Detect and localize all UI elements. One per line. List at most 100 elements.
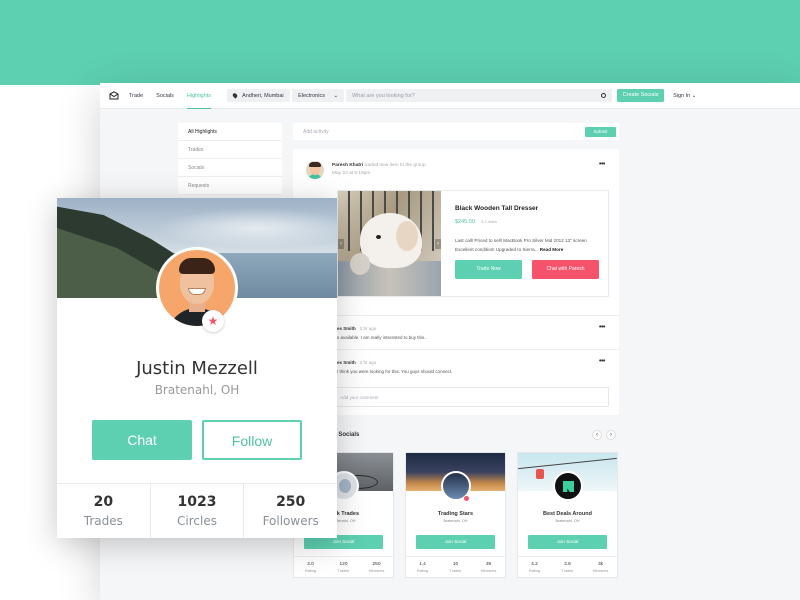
social-name[interactable]: Best Deals Around [518, 511, 617, 517]
trade-now-button[interactable]: Trade Now [455, 260, 522, 279]
add-activity-bar: Add activity Submit [293, 123, 619, 140]
category-dropdown[interactable]: Electronics ⌄ [292, 89, 345, 102]
chevron-left-icon[interactable]: ‹ [592, 430, 602, 440]
trades-label: Trades [561, 569, 574, 573]
comment-text: I think you were looking for this. You g… [337, 369, 453, 374]
post-header: Paresh Khatri traded new item to the gro… [306, 161, 427, 179]
location-label: Andheri, Mumbai [242, 92, 284, 99]
profile-card: ★ Justin Mezzell Bratenahl, OH Chat Foll… [57, 198, 337, 538]
item-price: $245.00 [455, 219, 475, 225]
comment-text: s available. I am really interested to b… [337, 335, 427, 340]
search-placeholder: What are you looking for? [352, 92, 415, 99]
stat-label: Trades [83, 514, 123, 528]
profile-name: Justin Mezzell [136, 358, 258, 379]
members-value: 3k [597, 562, 604, 567]
chevron-right-icon[interactable]: › [606, 430, 616, 440]
trades-value: 120 [339, 562, 348, 567]
chat-with-seller-button[interactable]: Chat with Paresh [532, 260, 599, 279]
chevron-down-icon: ⌄ [691, 92, 697, 99]
chevron-left-icon[interactable]: ‹ [338, 239, 344, 249]
location-selector[interactable]: Andheri, Mumbai [227, 89, 291, 102]
join-social-button[interactable]: Join Social [416, 535, 495, 549]
search-input[interactable]: What are you looking for? [346, 89, 613, 102]
comment-item: es Smith 2 hr ago I think you were lookin… [293, 349, 619, 383]
item-photo[interactable]: ‹ › [338, 191, 441, 296]
sidebar-item-requests[interactable]: Requests [178, 177, 282, 195]
trades-value: 3.6 [564, 562, 571, 567]
submit-button[interactable]: Submit [585, 126, 616, 137]
comment-author[interactable]: es Smith [337, 360, 356, 365]
stat-value: 250 [276, 494, 306, 510]
rating-label: Rating [417, 569, 428, 573]
stat-value: 1023 [177, 494, 217, 510]
item-distance: 3.2 miles [480, 219, 497, 224]
comment-time: 2 hr ago [359, 326, 377, 331]
rating-value: 1.4 [419, 562, 426, 567]
members-value: 39 [485, 562, 492, 567]
sidebar-item-socials[interactable]: Socials [178, 159, 282, 177]
item-title[interactable]: Black Wooden Tall Dresser [455, 205, 605, 212]
trades-value: 10 [452, 562, 459, 567]
more-dots-icon[interactable]: ••• [599, 161, 605, 168]
create-socials-button[interactable]: Create Socials [617, 89, 665, 102]
stat-value: 20 [93, 494, 114, 510]
item-card: ‹ › Black Wooden Tall Dresser $245.00 3.2… [337, 190, 609, 297]
profile-stats: 20 Trades 1023 Circles 250 Followers [57, 483, 337, 538]
suggested-socials: l Socials ‹ › York Trades Bratenahl, OH … [293, 422, 619, 582]
chat-button[interactable]: Chat [92, 420, 192, 460]
post-action-text: traded new item to the group. [364, 163, 427, 168]
trades-label: Trades [337, 569, 350, 573]
nav-socials[interactable]: Socials [156, 83, 174, 109]
section-title: l Socials [335, 432, 360, 438]
avatar [553, 471, 583, 501]
more-dots-icon[interactable]: ••• [599, 358, 605, 365]
stat-trades[interactable]: 20 Trades [57, 484, 151, 538]
members-label: Members [368, 569, 385, 573]
chevron-down-icon: ⌄ [333, 92, 339, 99]
social-location: Bratenahl, OH [443, 519, 468, 523]
nav-trade[interactable]: Trade [129, 83, 143, 109]
rating-label: Rating [305, 569, 316, 573]
stat-followers[interactable]: 250 Followers [244, 484, 337, 538]
feed-post: Paresh Khatri traded new item to the gro… [293, 149, 619, 415]
read-more-link[interactable]: Read More [540, 247, 564, 252]
status-badge [463, 495, 470, 502]
social-card[interactable]: Best Deals Around Bratenahl, OH Join Soc… [517, 452, 618, 578]
sidebar-item-trades[interactable]: Trades [178, 141, 282, 159]
members-value: 250 [372, 562, 381, 567]
trades-label: Trades [449, 569, 462, 573]
stat-label: Followers [262, 514, 319, 528]
comment-item: es Smith 2 hr ago s available. I am reall… [293, 315, 619, 349]
item-description: Last call! Priced to sell! MacBook Pro S… [455, 238, 587, 252]
category-label: Electronics [298, 92, 325, 99]
social-location: Bratenahl, OH [555, 519, 580, 523]
rating-value: 3.0 [307, 562, 314, 567]
social-name[interactable]: Trading Stars [406, 511, 505, 517]
avatar[interactable] [156, 247, 238, 329]
sidebar: All Highlights Trades Socials Requests [178, 123, 282, 195]
top-navbar: Trade Socials Highlights Andheri, Mumbai… [100, 83, 800, 109]
search-icon[interactable] [601, 93, 607, 98]
members-label: Members [592, 569, 609, 573]
avatar[interactable] [306, 161, 324, 179]
sign-in-menu[interactable]: Sign In ⌄ [673, 93, 696, 99]
add-activity-input[interactable]: Add activity [303, 129, 329, 135]
comment-input[interactable]: Add your comment [333, 387, 609, 407]
join-social-button[interactable]: Join Social [528, 535, 607, 549]
comment-author[interactable]: es Smith [337, 326, 356, 331]
chevron-right-icon[interactable]: › [435, 239, 441, 249]
more-dots-icon[interactable]: ••• [599, 324, 605, 331]
post-author[interactable]: Paresh Khatri [332, 163, 363, 168]
comment-time: 2 hr ago [359, 360, 377, 365]
stat-label: Circles [177, 514, 217, 528]
mailbox-logo-icon[interactable] [109, 91, 119, 100]
sidebar-item-all-highlights[interactable]: All Highlights [178, 123, 282, 141]
post-time: May 23 at 6:18pm [332, 171, 371, 176]
social-card[interactable]: Trading Stars Bratenahl, OH Join Social … [405, 452, 506, 578]
profile-location: Bratenahl, OH [154, 383, 240, 397]
sign-in-label: Sign In [673, 92, 691, 99]
stat-circles[interactable]: 1023 Circles [151, 484, 245, 538]
nav-highlights[interactable]: Highlights [186, 83, 212, 109]
follow-button[interactable]: Follow [202, 420, 302, 460]
location-pin-icon [231, 92, 239, 99]
